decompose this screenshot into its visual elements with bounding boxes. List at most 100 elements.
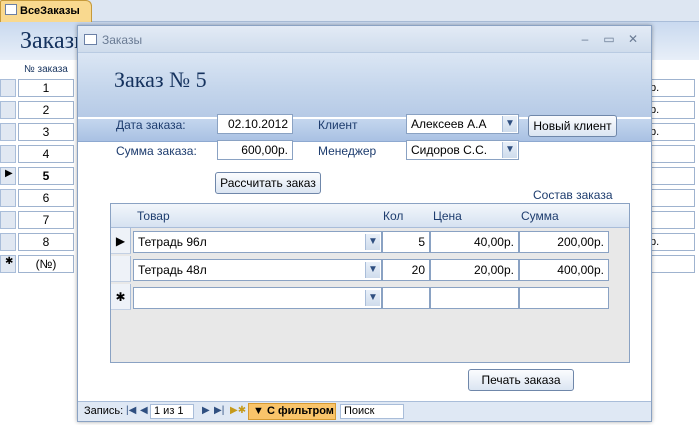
product-combobox[interactable]: Тетрадь 48л ▼ [133,259,382,281]
search-input[interactable]: Поиск [340,404,404,419]
table-row: ▶ Тетрадь 96л ▼ 5 40,00р. 200,00р. [111,228,629,254]
client-label: Клиент [318,118,358,132]
order-number-cell[interactable]: 5 [18,167,74,185]
background-right-cell[interactable] [645,255,695,273]
print-order-button[interactable]: Печать заказа [468,369,574,391]
qty-cell[interactable]: 5 [382,231,430,253]
background-right-cell[interactable]: р. [645,123,695,141]
new-record-asterisk-icon: ✱ [5,256,14,267]
calculate-order-button[interactable]: Рассчитать заказ [215,172,321,194]
filter-label: С фильтром [266,405,334,417]
background-right-cell[interactable] [645,211,695,229]
product-combobox[interactable]: Тетрадь 96л ▼ [133,231,382,253]
row-selector[interactable] [0,211,16,229]
price-cell[interactable]: 20,00р. [430,259,519,281]
sum-column-header: Сумма [521,209,559,223]
order-number-cell[interactable]: 2 [18,101,74,119]
first-record-icon[interactable]: |◀ [126,405,136,416]
sum-cell[interactable]: 200,00р. [519,231,609,253]
background-right-cell[interactable]: р. [645,79,695,97]
row-selector[interactable] [0,189,16,207]
background-right-cell[interactable] [645,167,695,185]
background-right-cell[interactable]: р. [645,101,695,119]
order-number-cell[interactable]: 6 [18,189,74,207]
form-header: Заказ № 5 [78,53,651,142]
row-selector[interactable] [111,256,131,282]
order-sum-field[interactable]: 600,00р. [217,140,293,160]
qty-cell[interactable]: 20 [382,259,430,281]
chevron-down-icon[interactable]: ▼ [365,234,380,250]
maximize-icon[interactable]: ▭ [600,30,618,48]
order-number-cell[interactable]: 1 [18,79,74,97]
last-record-icon[interactable]: ▶| [214,405,224,416]
background-right-cell[interactable] [645,189,695,207]
order-title: Заказ № 5 [114,67,207,92]
chevron-down-icon[interactable]: ▼ [502,116,517,132]
background-right-cell[interactable]: р. [645,233,695,251]
row-selector[interactable] [0,79,16,97]
next-record-icon[interactable]: ▶ [202,405,210,416]
chevron-down-icon[interactable]: ▼ [502,142,517,158]
order-composition-label: Состав заказа [533,188,613,202]
new-product-combobox[interactable]: ▼ [133,287,382,309]
form-icon [84,34,97,45]
row-selector[interactable] [0,123,16,141]
new-client-button[interactable]: Новый клиент [528,115,617,137]
row-selector[interactable] [0,145,16,163]
qty-column-header: Кол [383,209,404,223]
manager-label: Менеджер [318,144,377,158]
new-record-icon[interactable]: ▶✱ [230,405,246,416]
order-number-column-header: № заказа [24,64,68,75]
previous-record-icon[interactable]: ◀ [140,405,148,416]
table-row: Тетрадь 48л ▼ 20 20,00р. 400,00р. [111,256,629,282]
filter-icon: ▼ [253,405,264,417]
record-navigation-bar: Запись: |◀ ◀ 1 из 1 ▶ ▶| ▶✱ ▼ С фильтром… [78,401,651,421]
tab-label: ВсеЗаказы [20,5,80,17]
new-table-row: ✱ ▼ [111,284,629,310]
order-date-label: Дата заказа: [116,118,186,132]
order-number-cell[interactable]: 4 [18,145,74,163]
product-value: Тетрадь 96л [138,235,207,249]
client-value: Алексеев А.А [411,117,487,131]
order-number-cell[interactable]: 8 [18,233,74,251]
price-cell[interactable]: 40,00р. [430,231,519,253]
row-selector[interactable] [0,101,16,119]
record-label: Запись: [84,405,124,417]
manager-combobox[interactable]: Сидоров С.С. ▼ [406,140,519,160]
order-dialog: Заказы – ▭ ✕ Заказ № 5 Дата заказа: 02.1… [77,25,652,422]
tab-all-orders[interactable]: ВсеЗаказы [0,0,92,22]
new-record-asterisk-icon[interactable]: ✱ [111,284,131,310]
minimize-icon[interactable]: – [576,30,594,48]
dialog-titlebar[interactable]: Заказы – ▭ ✕ [78,26,651,53]
document-tab-bar: ВсеЗаказы [0,0,699,22]
order-number-cell[interactable]: 7 [18,211,74,229]
sum-cell[interactable]: 400,00р. [519,259,609,281]
record-position-field[interactable]: 1 из 1 [150,404,194,419]
filter-toggle[interactable]: ▼ С фильтром [248,403,336,420]
chevron-down-icon[interactable]: ▼ [365,290,380,306]
order-items-subform: Товар Кол Цена Сумма ▶ Тетрадь 96л ▼ 5 4… [110,203,630,363]
new-qty-cell[interactable] [382,287,430,309]
row-selector[interactable]: ▶ [111,228,131,254]
dialog-title: Заказы [102,33,143,47]
new-row-selector[interactable]: ✱ [0,255,16,273]
row-selector[interactable]: ▶ [0,167,16,185]
chevron-down-icon[interactable]: ▼ [365,262,380,278]
new-price-cell[interactable] [430,287,519,309]
row-selector[interactable] [0,233,16,251]
current-record-arrow-icon: ▶ [5,168,13,179]
access-window: ВсеЗаказы Заказы № заказа 1 2 3 4 ▶ 5 6 … [0,0,699,425]
form-icon [5,4,17,15]
new-order-number-cell[interactable]: (№) [18,255,74,273]
new-sum-cell[interactable] [519,287,609,309]
product-value: Тетрадь 48л [138,263,207,277]
order-sum-label: Сумма заказа: [116,144,197,158]
product-column-header: Товар [137,209,170,223]
client-combobox[interactable]: Алексеев А.А ▼ [406,114,519,134]
order-date-field[interactable]: 02.10.2012 [217,114,293,134]
order-number-cell[interactable]: 3 [18,123,74,141]
manager-value: Сидоров С.С. [411,143,488,157]
background-right-cell[interactable] [645,145,695,163]
close-icon[interactable]: ✕ [624,30,642,48]
subform-header: Товар Кол Цена Сумма [111,204,629,228]
